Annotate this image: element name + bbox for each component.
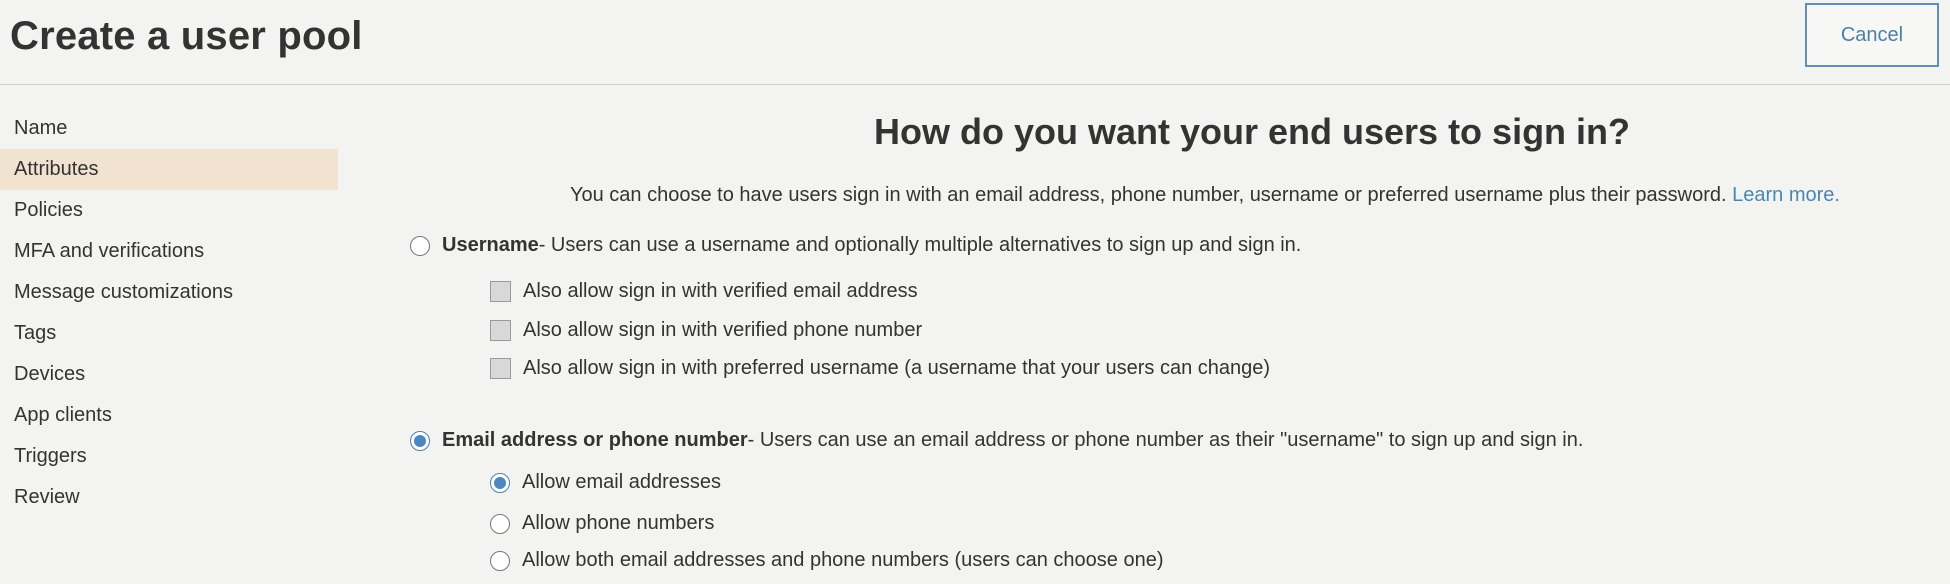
allow-both-radio-row[interactable]: Allow both email addresses and phone num… xyxy=(490,549,1163,572)
sidebar-item-name[interactable]: Name xyxy=(0,108,338,149)
verified-email-checkbox[interactable] xyxy=(490,281,511,302)
verified-phone-checkbox-row[interactable]: Also allow sign in with verified phone n… xyxy=(490,319,922,342)
page-header: Create a user pool Cancel xyxy=(0,0,1950,85)
verified-email-checkbox-row[interactable]: Also allow sign in with verified email a… xyxy=(490,280,918,303)
allow-both-radio[interactable] xyxy=(490,550,510,571)
sidebar-item-triggers[interactable]: Triggers xyxy=(0,436,338,477)
sidebar-item-message-customizations[interactable]: Message customizations xyxy=(0,272,338,313)
username-option-title: Username xyxy=(442,234,539,256)
verified-phone-checkbox[interactable] xyxy=(490,320,511,341)
verified-phone-label: Also allow sign in with verified phone n… xyxy=(523,319,923,341)
allow-email-radio-row[interactable]: Allow email addresses xyxy=(490,471,721,494)
email-phone-option[interactable]: Email address or phone number - Users ca… xyxy=(410,429,1583,452)
learn-more-link[interactable]: Learn more. xyxy=(1732,184,1840,206)
preferred-username-checkbox-row[interactable]: Also allow sign in with preferred userna… xyxy=(490,357,1270,380)
sidebar-item-app-clients[interactable]: App clients xyxy=(0,395,338,436)
username-option[interactable]: Username - Users can use a username and … xyxy=(410,234,1301,257)
sidebar-nav: Name Attributes Policies MFA and verific… xyxy=(0,108,338,518)
email-phone-radio[interactable] xyxy=(410,430,430,451)
username-radio[interactable] xyxy=(410,235,430,256)
description-text: You can choose to have users sign in wit… xyxy=(570,184,1727,206)
sidebar-item-mfa-and-verifications[interactable]: MFA and verifications xyxy=(0,231,338,272)
verified-email-label: Also allow sign in with verified email a… xyxy=(523,280,918,302)
cancel-button[interactable]: Cancel xyxy=(1805,3,1939,67)
username-option-description: - Users can use a username and optionall… xyxy=(538,234,1302,256)
sidebar-item-policies[interactable]: Policies xyxy=(0,190,338,231)
allow-both-label: Allow both email addresses and phone num… xyxy=(522,549,1164,571)
sidebar-item-tags[interactable]: Tags xyxy=(0,313,338,354)
preferred-username-label: Also allow sign in with preferred userna… xyxy=(523,357,1271,379)
allow-phone-radio-row[interactable]: Allow phone numbers xyxy=(490,512,714,535)
email-phone-option-title: Email address or phone number xyxy=(442,429,748,451)
preferred-username-checkbox[interactable] xyxy=(490,358,511,379)
section-description: You can choose to have users sign in wit… xyxy=(570,184,1840,207)
allow-phone-radio[interactable] xyxy=(490,513,510,534)
allow-phone-label: Allow phone numbers xyxy=(522,512,715,534)
sidebar-item-review[interactable]: Review xyxy=(0,477,338,518)
sidebar-item-devices[interactable]: Devices xyxy=(0,354,338,395)
sidebar-item-attributes[interactable]: Attributes xyxy=(0,149,338,190)
allow-email-label: Allow email addresses xyxy=(522,471,721,493)
section-heading: How do you want your end users to sign i… xyxy=(874,111,1631,152)
email-phone-option-description: - Users can use an email address or phon… xyxy=(747,429,1584,451)
page-title: Create a user pool xyxy=(10,14,363,58)
allow-email-radio[interactable] xyxy=(490,472,510,493)
